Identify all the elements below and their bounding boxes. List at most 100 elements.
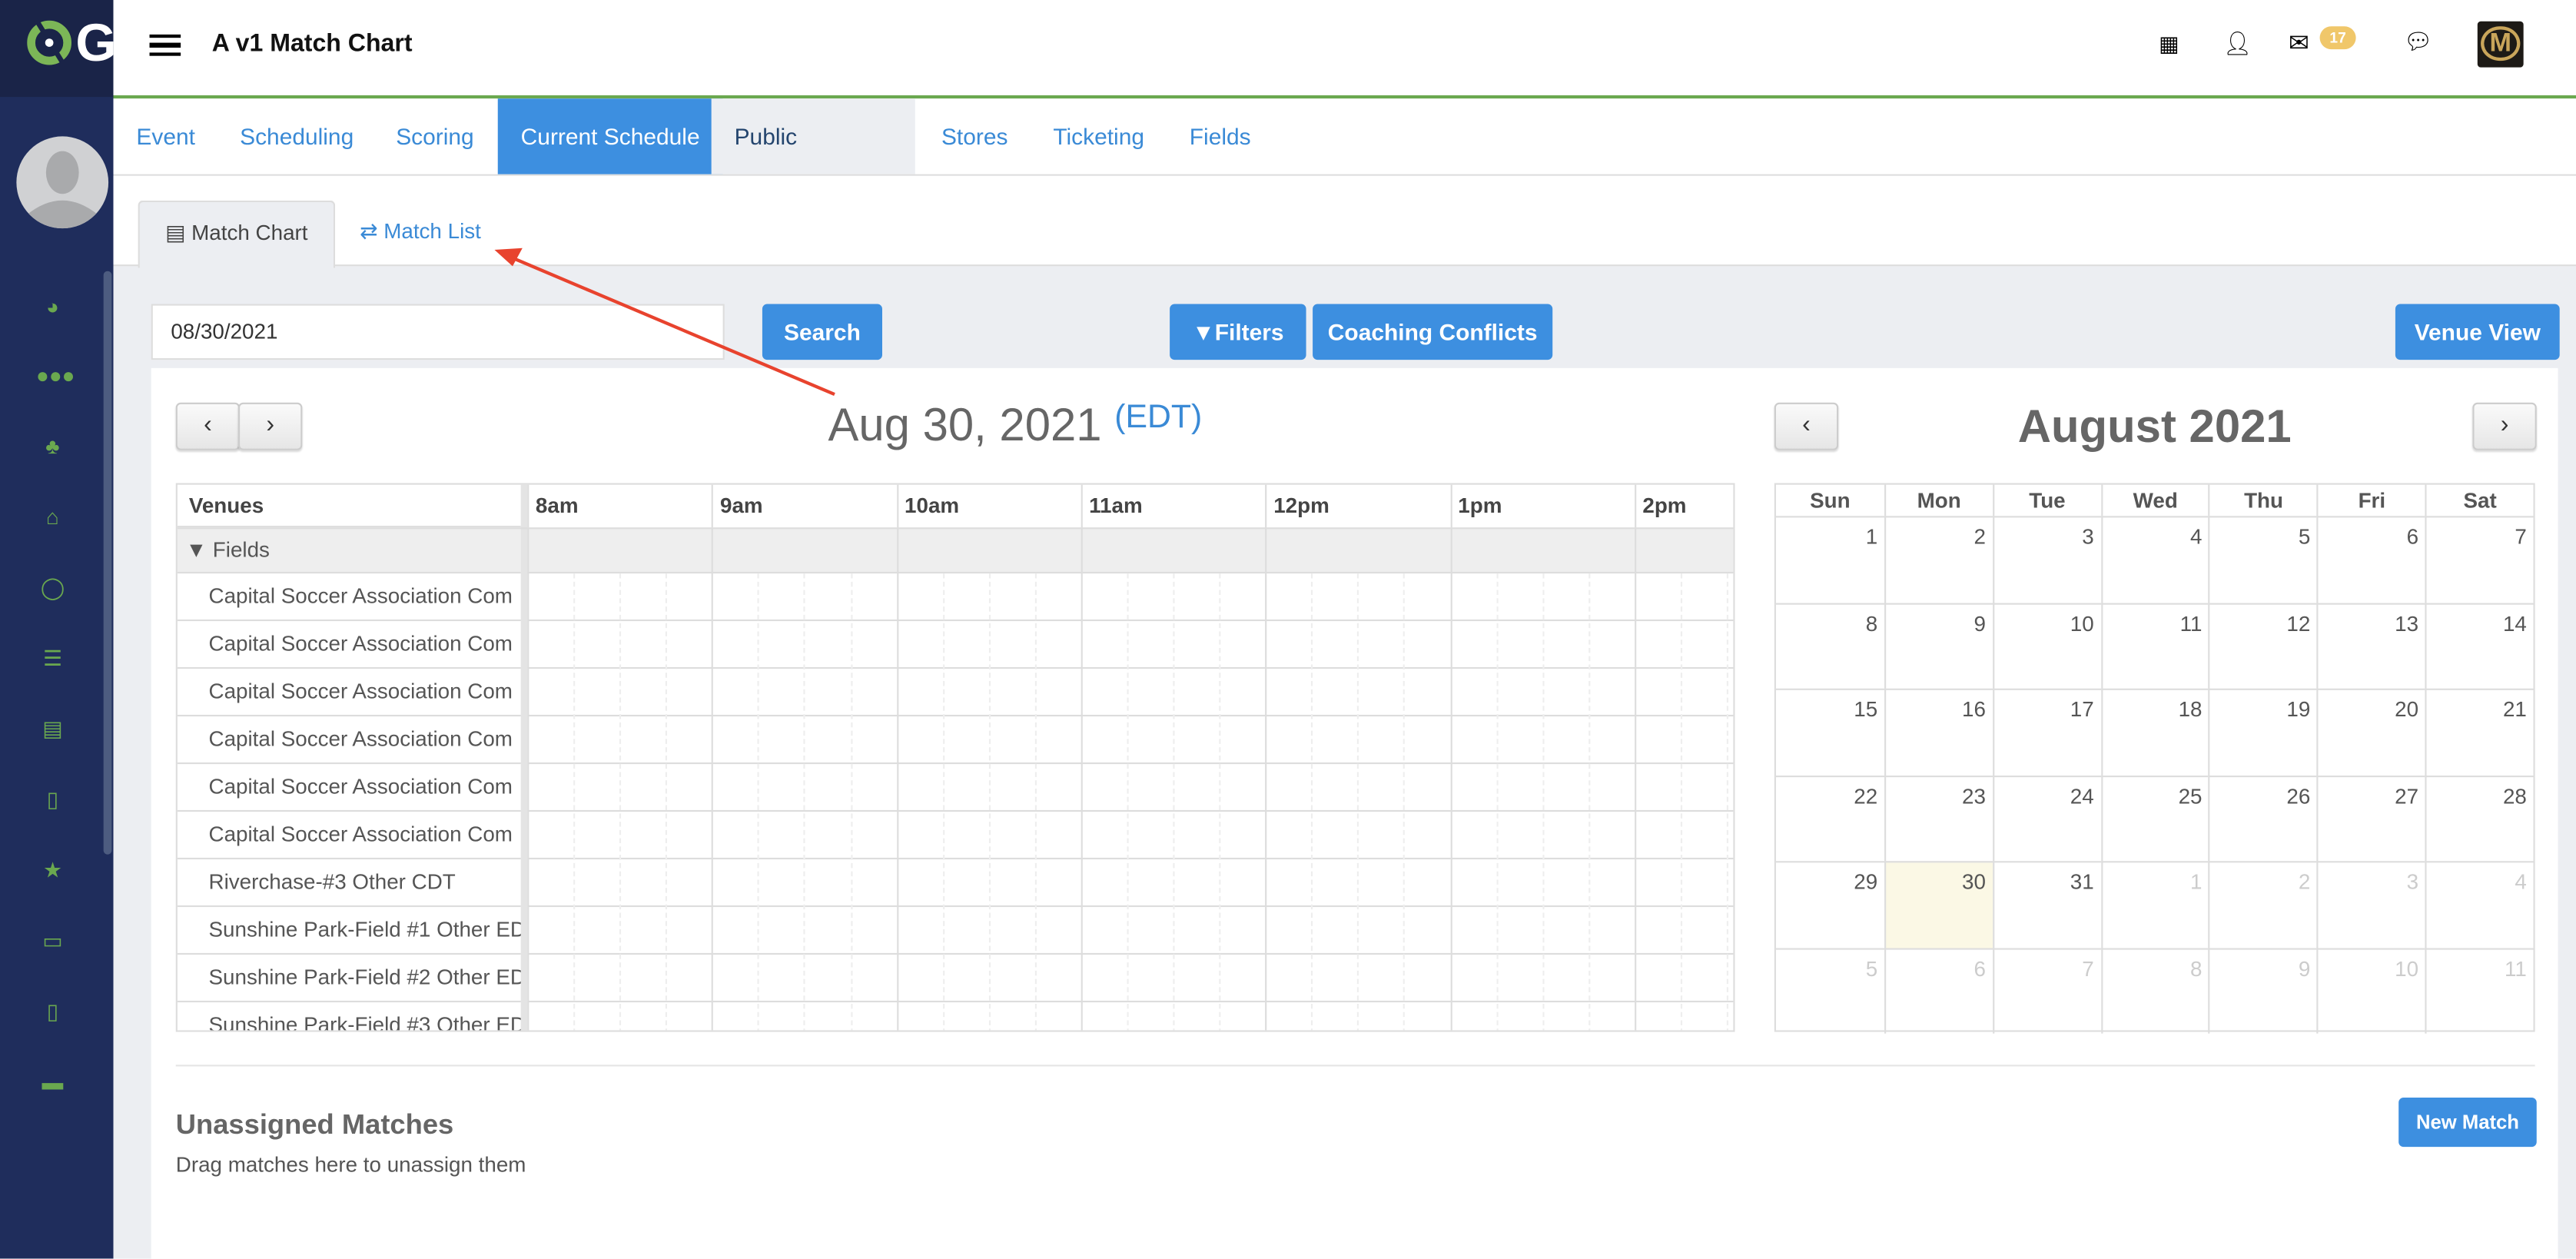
chat-icon[interactable]: 💬︎ <box>2404 28 2433 55</box>
user-icon[interactable]: 👤︎ <box>2222 29 2252 57</box>
calendar-day[interactable]: 16 <box>1884 688 1993 775</box>
hour-line <box>1265 527 1267 1031</box>
tab-match-chart[interactable]: ▤ Match Chart <box>138 200 336 268</box>
venue-row: Riverchase-#3 Other CDT <box>177 859 521 908</box>
tab-public-schedule[interactable]: Public Schedule <box>711 98 915 225</box>
coaching-conflicts-button[interactable]: Coaching Conflicts <box>1313 304 1553 360</box>
venue-timeline-row[interactable] <box>527 955 1734 1003</box>
user-avatar[interactable] <box>16 136 109 229</box>
hamburger-menu-icon[interactable] <box>149 34 181 56</box>
quarter-line <box>666 573 668 1031</box>
sidebar-scrollbar[interactable] <box>103 271 112 855</box>
venue-timeline-row[interactable] <box>527 764 1734 812</box>
venue-timeline-row[interactable] <box>527 907 1734 955</box>
calendar-day[interactable]: 2 <box>1884 516 1993 603</box>
calendar-day[interactable]: 4 <box>2100 516 2209 603</box>
document-icon[interactable]: ▯ <box>36 787 69 813</box>
calendar-day[interactable]: 5 <box>1775 947 1884 1033</box>
venue-timeline-row[interactable] <box>527 716 1734 765</box>
calendar-day[interactable]: 10 <box>1992 602 2101 689</box>
calendar-day[interactable]: 25 <box>2100 774 2209 862</box>
calendar-day[interactable]: 6 <box>2316 516 2425 603</box>
calendar-day[interactable]: 9 <box>2209 947 2317 1034</box>
calendar-day[interactable]: 8 <box>1775 602 1884 689</box>
mail-icon[interactable]: ✉ <box>2289 28 2309 57</box>
calendar-day[interactable]: 3 <box>2316 861 2425 948</box>
tab-current-schedule[interactable]: Current Schedule <box>497 98 723 174</box>
calendar-day[interactable]: 1 <box>2100 861 2209 948</box>
dashboard-icon[interactable]: ◕ <box>36 294 69 321</box>
qr-code-icon[interactable]: ▦ <box>2159 32 2179 58</box>
new-match-button[interactable]: New Match <box>2398 1098 2537 1148</box>
calendar-day[interactable]: 24 <box>1992 774 2101 862</box>
tab-event[interactable]: Event <box>114 98 218 174</box>
calendar-day[interactable]: 29 <box>1775 861 1884 947</box>
list-icon[interactable]: ☰ <box>36 646 69 672</box>
briefcase-icon[interactable]: ▬ <box>36 1070 69 1096</box>
quarter-line <box>850 573 852 1031</box>
next-day-button[interactable]: › <box>237 402 303 450</box>
calendar-day[interactable]: 3 <box>1992 516 2101 603</box>
calendar-day[interactable]: 4 <box>2425 861 2534 948</box>
quarter-line <box>1542 573 1544 1031</box>
date-input[interactable]: 08/30/2021 <box>151 304 725 360</box>
star-icon[interactable]: ★ <box>36 858 69 884</box>
calendar-day[interactable]: 7 <box>2425 516 2534 603</box>
app: G ◕ ●●● ♣ ⌂ ◯ ☰ ▤ ▯ ★ ▭ ▯ ▬ A v1 Match C… <box>0 0 2576 1259</box>
calendar-day[interactable]: 30 <box>1884 861 1993 948</box>
calendar-day[interactable]: 7 <box>1992 947 2101 1034</box>
calendar-day[interactable]: 10 <box>2316 947 2425 1034</box>
home-icon[interactable]: ⌂ <box>36 504 69 530</box>
calendar-day[interactable]: 22 <box>1775 774 1884 861</box>
venue-timeline-row[interactable] <box>527 859 1734 908</box>
calendar-day[interactable]: 31 <box>1992 861 2101 948</box>
calendar-day[interactable]: 2 <box>2209 861 2317 948</box>
schedule-icon[interactable]: ▤ <box>36 716 69 742</box>
sitemap-icon[interactable]: ♣ <box>36 434 69 460</box>
calendar-day[interactable]: 19 <box>2209 688 2317 775</box>
tab-scheduling[interactable]: Scheduling <box>217 98 377 174</box>
search-button[interactable]: Search <box>762 304 882 360</box>
calendar-day[interactable]: 11 <box>2425 947 2534 1034</box>
organization-logo[interactable]: M <box>2477 21 2524 68</box>
calendar-day[interactable]: 6 <box>1884 947 1993 1034</box>
calendar-day[interactable]: 17 <box>1992 688 2101 775</box>
calendar-day[interactable]: 26 <box>2209 774 2317 862</box>
calendar-day[interactable]: 8 <box>2100 947 2209 1034</box>
venue-timeline-row[interactable] <box>527 621 1734 669</box>
venue-timeline-row[interactable] <box>527 573 1734 622</box>
calendar-day[interactable]: 15 <box>1775 688 1884 775</box>
calendar-day[interactable]: 9 <box>1884 602 1993 689</box>
file-icon[interactable]: ▯ <box>36 999 69 1025</box>
venue-timeline-row[interactable] <box>527 812 1734 860</box>
calendar-day[interactable]: 20 <box>2316 688 2425 775</box>
tab-stores[interactable]: Stores <box>918 98 1031 174</box>
venue-timeline-row[interactable] <box>527 1002 1733 1030</box>
venue-timeline-row[interactable] <box>527 669 1734 717</box>
tab-ticketing[interactable]: Ticketing <box>1030 98 1167 174</box>
calendar-day[interactable]: 14 <box>2425 602 2534 689</box>
calendar-day[interactable]: 11 <box>2100 602 2209 689</box>
calendar-day[interactable]: 12 <box>2209 602 2317 689</box>
calendar-day[interactable]: 28 <box>2425 774 2534 862</box>
tab-scoring[interactable]: Scoring <box>373 98 496 174</box>
venue-group-fields[interactable]: ▼ Fields <box>177 527 521 574</box>
calendar-day[interactable]: 21 <box>2425 688 2534 775</box>
credit-card-icon[interactable]: ▭ <box>36 928 69 955</box>
users-icon[interactable]: ●●● <box>36 363 75 389</box>
tab-match-list[interactable]: ⇄ Match List <box>360 201 481 267</box>
calendar-day[interactable]: 23 <box>1884 774 1993 862</box>
calendar-day[interactable]: 27 <box>2316 774 2425 862</box>
calendar-day[interactable]: 13 <box>2316 602 2425 689</box>
tab-fields[interactable]: Fields <box>1167 98 1274 174</box>
filters-button[interactable]: ▼Filters <box>1170 304 1306 360</box>
calendar-day[interactable]: 18 <box>2100 688 2209 775</box>
venue-view-button[interactable]: Venue View <box>2395 304 2560 360</box>
calendar-day[interactable]: 1 <box>1775 516 1884 602</box>
comments-icon[interactable]: ◯ <box>36 575 69 601</box>
calendar-day[interactable]: 5 <box>2209 516 2317 603</box>
prev-day-button[interactable]: ‹ <box>175 402 241 450</box>
unassigned-hint: Drag matches here to unassign them <box>175 1151 526 1177</box>
column-resizer[interactable] <box>520 484 528 1031</box>
quarter-line <box>1173 573 1175 1031</box>
